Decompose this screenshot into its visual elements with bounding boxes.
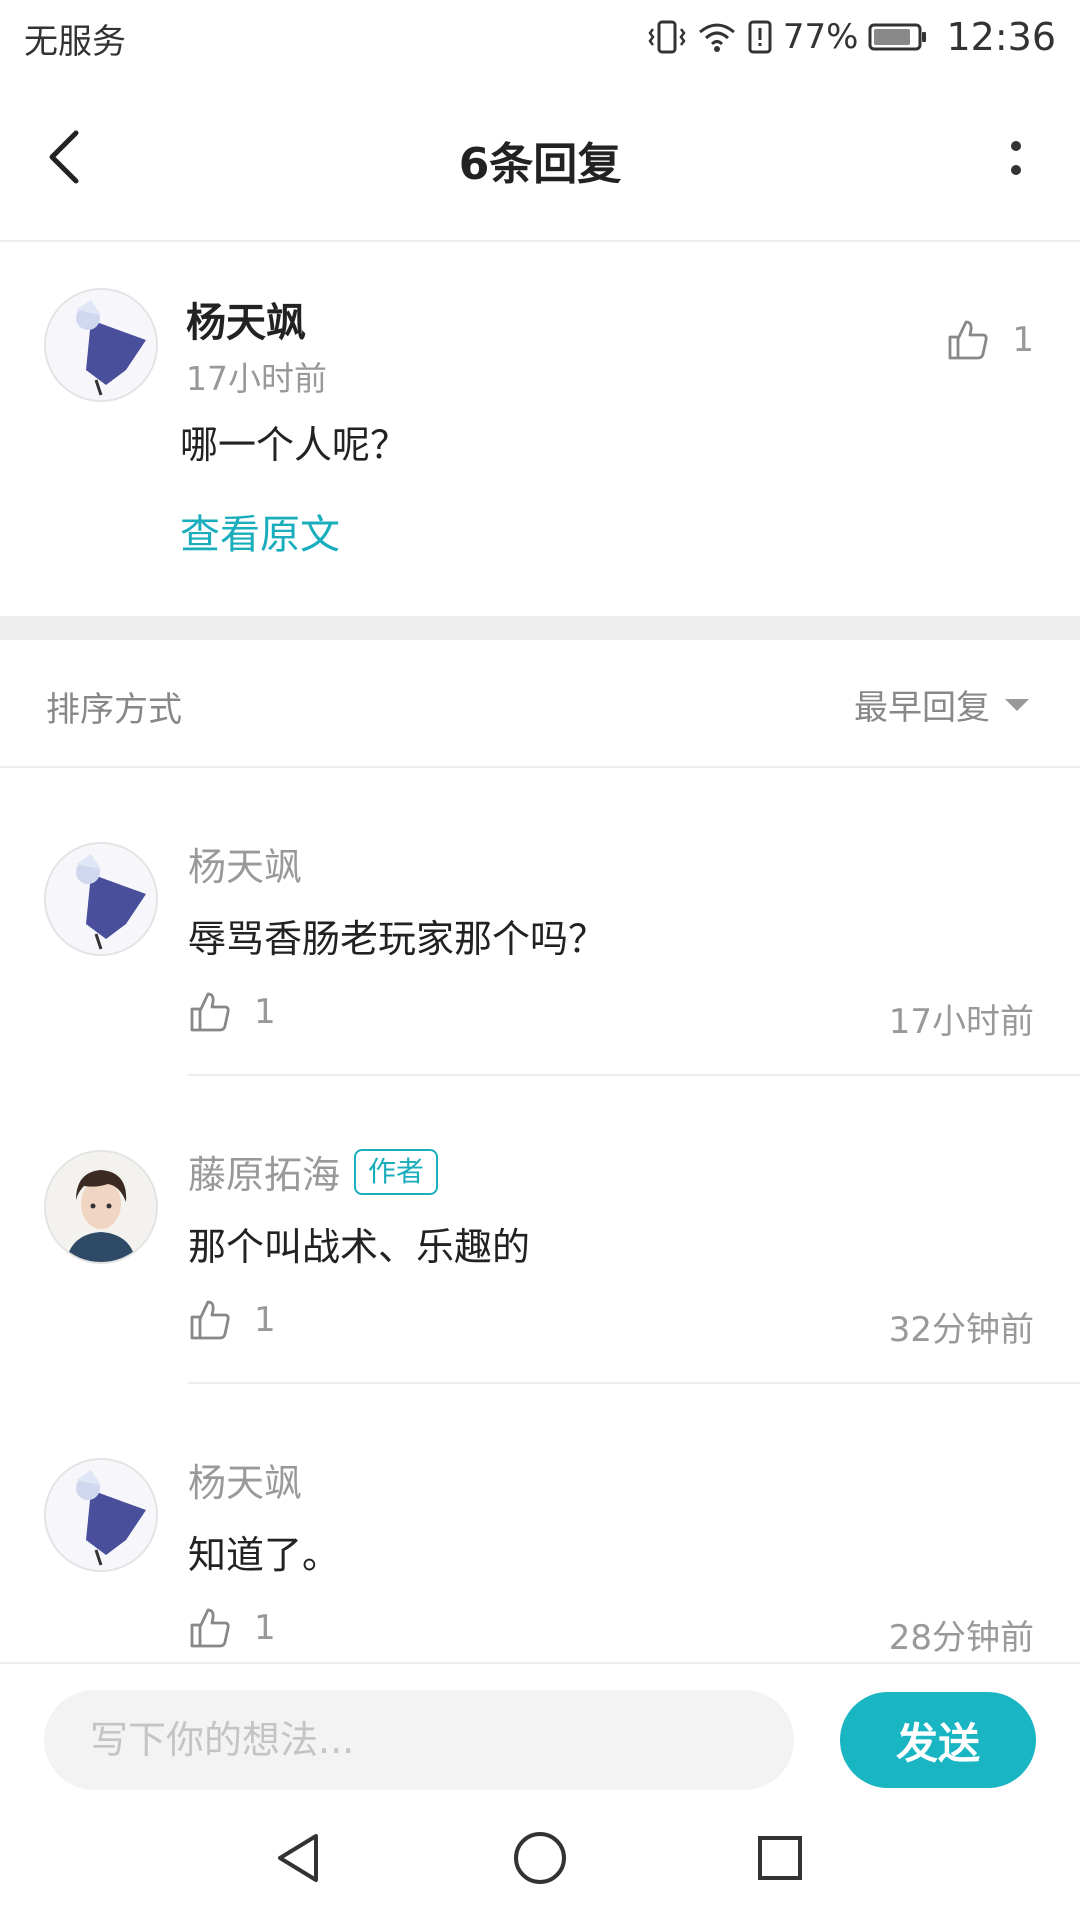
- like-button[interactable]: 1: [188, 990, 276, 1034]
- status-bar: 无服务 77% 12:36: [0, 0, 1080, 76]
- carrier-label: 无服务: [24, 22, 126, 62]
- like-count: 1: [254, 1300, 276, 1340]
- reply-author-name: 杨天飒: [188, 845, 303, 889]
- clock: 12:36: [946, 15, 1056, 59]
- sort-value: 最早回复: [854, 688, 990, 728]
- like-count: 1: [1012, 320, 1034, 360]
- like-button[interactable]: 1: [188, 1298, 276, 1342]
- author-name[interactable]: 杨天飒: [186, 290, 306, 348]
- reply-author-name: 藤原拓海: [188, 1153, 341, 1197]
- battery-alert-icon: [748, 20, 772, 54]
- like-count: 1: [254, 992, 276, 1032]
- reply-time: 17小时前: [888, 1002, 1034, 1042]
- page-title: 6条回复: [458, 139, 622, 190]
- more-vertical-icon: [1011, 141, 1021, 175]
- like-count: 1: [254, 1608, 276, 1648]
- wifi-icon: [698, 23, 735, 52]
- avatar[interactable]: [44, 1458, 158, 1572]
- sort-dropdown[interactable]: 最早回复: [854, 680, 1030, 729]
- reply-author[interactable]: 藤原拓海 作者: [188, 1144, 439, 1199]
- thumbs-up-icon: [190, 1608, 230, 1648]
- reply-item: 藤原拓海 作者 那个叫战术、乐趣的 1 32分钟前: [0, 1076, 1080, 1384]
- view-original-link[interactable]: 查看原文: [180, 502, 340, 560]
- like-button[interactable]: 1: [946, 318, 1034, 362]
- dropdown-arrow-icon: [1005, 698, 1029, 711]
- status-icons: 77% 12:36: [647, 12, 1056, 62]
- nav-recents-icon[interactable]: [750, 1828, 810, 1888]
- reply-item: 杨天飒 知道了。 1 28分钟前: [0, 1384, 1080, 1692]
- nav-home-icon[interactable]: [510, 1828, 570, 1888]
- reply-author-name: 杨天飒: [188, 1461, 303, 1505]
- like-button[interactable]: 1: [188, 1606, 276, 1650]
- more-button[interactable]: [996, 126, 1036, 190]
- reply-input[interactable]: [44, 1690, 794, 1790]
- system-nav-bar: [0, 1798, 1080, 1920]
- reply-author[interactable]: 杨天飒: [188, 836, 302, 891]
- top-bar: 6条回复: [0, 76, 1080, 242]
- reply-text: 知道了。: [188, 1533, 341, 1577]
- sort-label: 排序方式: [46, 690, 182, 730]
- thumbs-up-icon: [190, 992, 230, 1032]
- reply-text: 那个叫战术、乐趣的: [188, 1225, 531, 1269]
- vibrate-icon: [648, 20, 686, 54]
- comment-text: 哪一个人呢？: [180, 423, 409, 467]
- post-time: 17小时前: [186, 359, 327, 398]
- reply-text: 辱骂香肠老玩家那个吗？: [188, 917, 607, 961]
- section-divider: [0, 616, 1080, 640]
- avatar[interactable]: [44, 842, 158, 956]
- sort-bar: 排序方式 最早回复: [0, 640, 1080, 768]
- reply-author[interactable]: 杨天飒: [188, 1452, 302, 1507]
- reply-item: 杨天飒 辱骂香肠老玩家那个吗？ 1 17小时前: [0, 768, 1080, 1076]
- avatar[interactable]: [44, 288, 158, 402]
- thumbs-up-icon: [948, 320, 988, 360]
- original-comment: 杨天飒 17小时前 哪一个人呢？ 查看原文 1: [0, 242, 1080, 616]
- battery-icon: [868, 23, 927, 51]
- author-badge: 作者: [354, 1148, 439, 1195]
- send-button[interactable]: 发送: [840, 1692, 1036, 1788]
- avatar[interactable]: [44, 1150, 158, 1264]
- reply-time: 28分钟前: [888, 1618, 1034, 1658]
- reply-time: 32分钟前: [888, 1310, 1034, 1350]
- thumbs-up-icon: [190, 1300, 230, 1340]
- reply-input-bar: 发送: [0, 1662, 1080, 1800]
- battery-percent: 77%: [782, 17, 859, 57]
- nav-back-icon[interactable]: [268, 1828, 328, 1888]
